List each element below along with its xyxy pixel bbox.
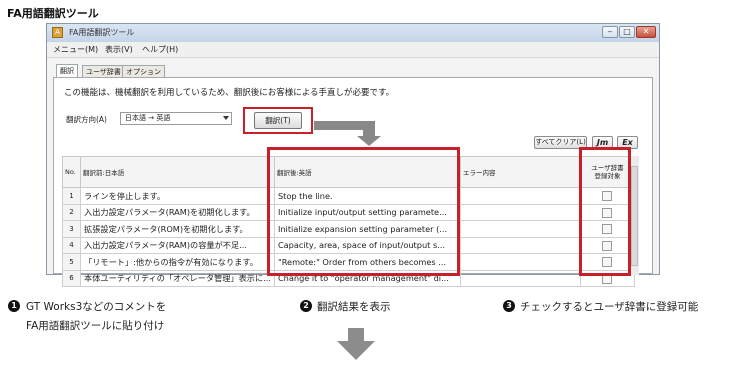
step-1-badge: 1: [8, 300, 20, 312]
error-cell: [459, 269, 581, 287]
window-title: FA用語翻訳ツール: [69, 28, 135, 37]
menu-main[interactable]: メニュー(M): [53, 44, 98, 55]
chevron-down-icon: [223, 116, 229, 120]
menu-help[interactable]: ヘルプ(H): [142, 44, 178, 55]
source-cell[interactable]: 入出力設定パラメータ(RAM)を初期化します。: [80, 203, 275, 221]
app-icon: A: [52, 27, 63, 38]
header-error: エラー内容: [459, 156, 581, 188]
flow-arrow-stem: [363, 121, 375, 137]
tab-user-dictionary[interactable]: ユーザ辞書: [82, 65, 125, 77]
row-no: 5: [62, 253, 81, 271]
error-cell: [459, 187, 581, 205]
menu-view[interactable]: 表示(V): [105, 44, 133, 55]
tab-translate[interactable]: 翻訳: [56, 64, 78, 77]
caption-1-line-1: GT Works3などのコメントを: [26, 301, 167, 313]
step-3-badge: 3: [503, 300, 515, 312]
down-arrow-icon: [348, 328, 364, 341]
close-button[interactable]: ✕: [636, 26, 656, 38]
translate-button-highlight: [243, 107, 313, 134]
step-2-badge: 2: [300, 300, 312, 312]
caption-2: 翻訳結果を表示: [317, 301, 391, 313]
page-title: FA用語翻訳ツール: [7, 7, 99, 20]
maximize-button[interactable]: □: [619, 26, 635, 38]
row-no: 6: [62, 269, 81, 287]
header-source: 翻訳前:日本語: [80, 156, 275, 188]
source-cell[interactable]: 本体ユーティリティの「オペレータ管理」表示に...: [80, 269, 275, 287]
flow-arrow-head: [357, 136, 381, 146]
minimize-button[interactable]: ‒: [602, 26, 618, 38]
notice-text: この機能は、機械翻訳を利用しているため、翻訳後にお客様による手直しが必要です。: [64, 88, 395, 98]
source-cell[interactable]: 入出力設定パラメータ(RAM)の容量が不足...: [80, 236, 275, 254]
tab-options[interactable]: オプション: [122, 65, 165, 77]
error-cell: [459, 220, 581, 238]
direction-select[interactable]: 日本語 → 英語: [120, 112, 232, 125]
menu-bar: メニュー(M) 表示(V) ヘルプ(H): [47, 42, 659, 58]
row-no: 4: [62, 236, 81, 254]
header-no: No.: [62, 156, 81, 188]
direction-value: 日本語 → 英語: [125, 114, 171, 122]
source-cell[interactable]: ラインを停止します。: [80, 187, 275, 205]
down-arrow-head: [337, 341, 375, 360]
result-column-highlight: [267, 147, 460, 276]
caption-1-line-2: FA用語翻訳ツールに貼り付け: [26, 320, 165, 332]
source-cell[interactable]: 「リモート」:他からの指令が有効になります。: [80, 253, 275, 271]
row-no: 1: [62, 187, 81, 205]
direction-label: 翻訳方向(A): [66, 115, 107, 124]
error-cell: [459, 236, 581, 254]
vertical-scrollbar[interactable]: [630, 156, 639, 275]
error-cell: [459, 203, 581, 221]
register-column-highlight: [579, 147, 631, 276]
scroll-thumb[interactable]: [631, 166, 638, 266]
row-no: 3: [62, 220, 81, 238]
title-bar: A FA用語翻訳ツール ‒ □ ✕: [47, 24, 659, 42]
source-cell[interactable]: 拡張設定パラメータ(ROM)を初期化します。: [80, 220, 275, 238]
caption-3: チェックするとユーザ辞書に登録可能: [520, 301, 699, 313]
error-cell: [459, 253, 581, 271]
row-no: 2: [62, 203, 81, 221]
